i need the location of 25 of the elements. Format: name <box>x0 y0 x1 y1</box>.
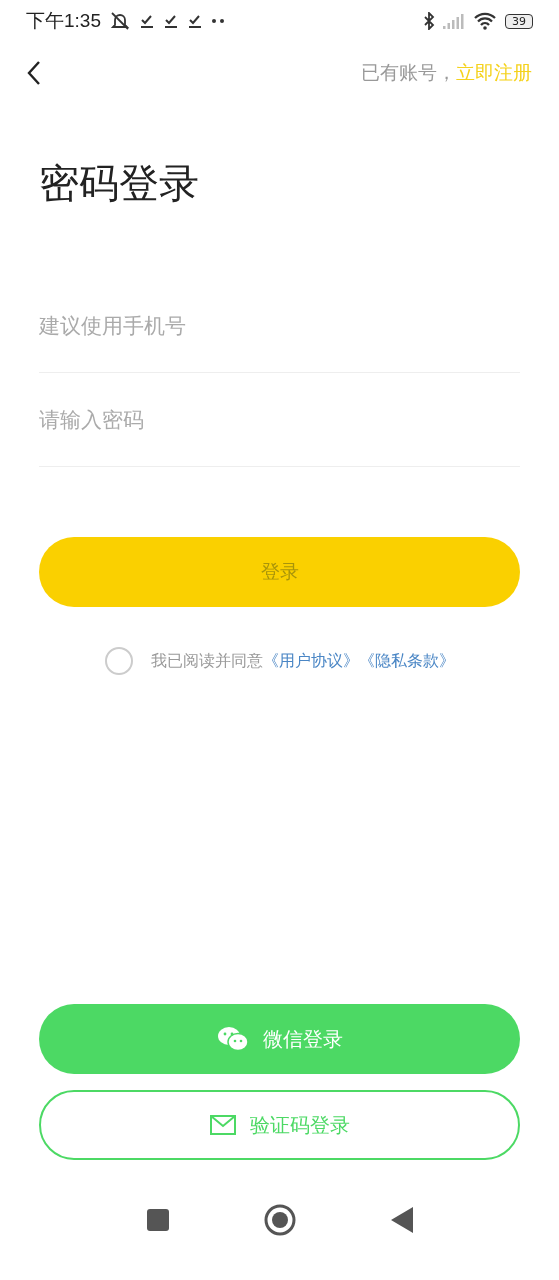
envelope-icon <box>209 1115 236 1135</box>
recents-icon[interactable] <box>146 1209 169 1231</box>
download-done-icon <box>163 13 179 29</box>
chat-bubbles-icon <box>216 1026 249 1052</box>
back-nav-icon[interactable] <box>390 1207 413 1233</box>
policy-link[interactable]: 《用户协议》 <box>262 650 359 672</box>
download-done-icon <box>187 13 203 29</box>
back-icon[interactable] <box>27 60 41 86</box>
download-done-icon <box>139 13 155 29</box>
signal-icon <box>443 13 465 29</box>
agreement-text: 我已阅读并同意 <box>150 650 263 672</box>
home-icon[interactable] <box>263 1204 296 1236</box>
bluetooth-icon <box>423 12 435 30</box>
more-dots-icon <box>211 18 225 24</box>
policy-link[interactable]: 《隐私条款》 <box>358 650 455 672</box>
register-link[interactable]: 立即注册 <box>456 60 532 86</box>
code-login-button[interactable]: 验证码登录 <box>39 1090 520 1160</box>
wechat-login-button[interactable]: 微信登录 <box>39 1004 520 1074</box>
battery-level: 39 <box>505 13 533 29</box>
agree-checkbox[interactable] <box>104 647 133 675</box>
page-title: 密码登录 <box>39 159 200 208</box>
account-prompt: 已有账号， <box>361 60 456 85</box>
status-time: 下午1:35 <box>26 9 101 33</box>
wifi-icon <box>473 12 497 30</box>
muted-bell-icon <box>109 11 131 31</box>
